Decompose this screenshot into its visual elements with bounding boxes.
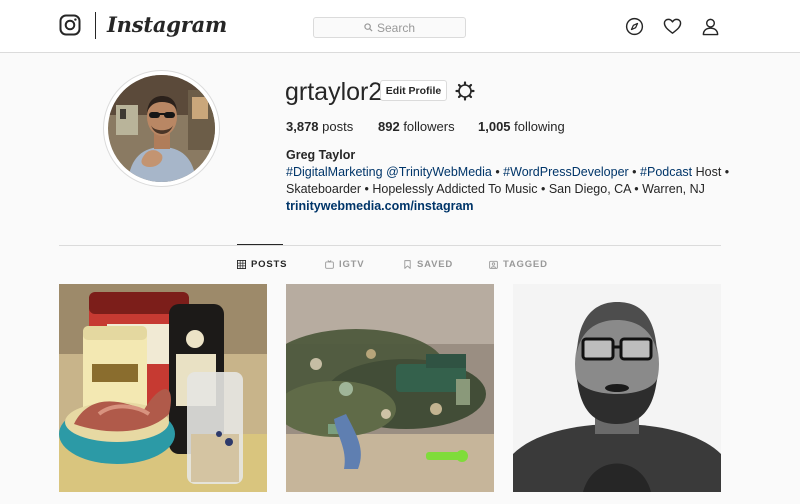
person-icon[interactable] (701, 17, 720, 36)
tv-icon (325, 260, 334, 269)
following-label: following (510, 119, 565, 134)
hashtag-link[interactable]: #DigitalMarketing (286, 165, 383, 179)
tab-posts[interactable]: POSTS (237, 259, 287, 270)
bio-separator: • (628, 165, 641, 179)
heart-icon[interactable] (663, 17, 682, 36)
followers-stat[interactable]: 892 followers (378, 119, 455, 134)
hashtag-link[interactable]: #Podcast (640, 165, 692, 179)
tab-label: SAVED (417, 259, 454, 270)
tab-saved[interactable]: SAVED (403, 259, 453, 270)
search-icon (364, 23, 373, 32)
search-placeholder: Search (376, 20, 416, 35)
active-tab-indicator (237, 244, 283, 245)
profile-full-name: Greg Taylor (286, 148, 356, 162)
instagram-glyph-icon[interactable] (59, 14, 81, 36)
mention-link[interactable]: @TrinityWebMedia (386, 165, 492, 179)
bookmark-icon (404, 260, 411, 269)
tab-tagged[interactable]: TAGGED (489, 259, 548, 270)
bio-line-1: #DigitalMarketing @TrinityWebMedia • #Wo… (286, 165, 729, 179)
instagram-wordmark[interactable]: Instagram (107, 12, 227, 37)
post-thumbnail-toy-soldiers[interactable] (286, 284, 494, 492)
profile-username: grtaylor2 (285, 78, 383, 106)
post-thumbnail-food[interactable] (59, 284, 267, 492)
tabs-divider (59, 245, 721, 246)
bio-separator: • (491, 165, 504, 179)
posts-count: 3,878 (286, 119, 319, 134)
tab-igtv[interactable]: IGTV (325, 259, 364, 270)
following-count: 1,005 (478, 119, 511, 134)
followers-count: 892 (378, 119, 400, 134)
grid-icon (237, 260, 246, 269)
tab-label: IGTV (339, 259, 365, 270)
tab-label: POSTS (251, 259, 288, 270)
bio-text: Host • (692, 165, 730, 179)
compass-icon[interactable] (625, 17, 644, 36)
logo-divider (95, 12, 96, 39)
hashtag-link[interactable]: #WordPressDeveloper (503, 165, 629, 179)
settings-gear-icon[interactable] (455, 81, 475, 101)
followers-label: followers (399, 119, 455, 134)
posts-label: posts (318, 119, 354, 134)
bio-line-2: Skateboarder • Hopelessly Addicted To Mu… (286, 182, 705, 196)
edit-profile-button[interactable]: Edit Profile (380, 80, 447, 101)
tagged-icon (489, 260, 498, 269)
following-stat[interactable]: 1,005 following (478, 119, 565, 134)
post-thumbnail-selfie[interactable] (513, 284, 721, 492)
tab-label: TAGGED (503, 259, 548, 270)
profile-website-link[interactable]: trinitywebmedia.com/instagram (286, 199, 474, 213)
search-input[interactable]: Search (313, 17, 466, 38)
top-navigation-bar: Instagram Search (0, 0, 800, 53)
posts-stat[interactable]: 3,878 posts (286, 119, 353, 134)
avatar[interactable] (108, 75, 215, 182)
